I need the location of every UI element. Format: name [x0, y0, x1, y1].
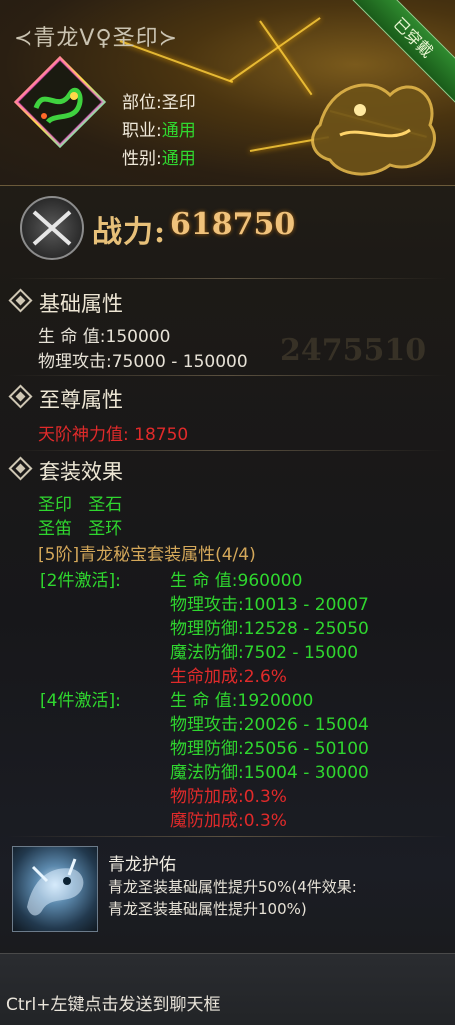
- set-stat-row: 物理防御:12528 - 25050: [170, 614, 369, 639]
- basic-section-title: 基础属性: [8, 288, 123, 318]
- set-stat-name: 物防加成:: [170, 787, 244, 807]
- set-pieces-row-2: 圣笛 圣环: [38, 519, 123, 539]
- set-stat-value: 0.3%: [243, 787, 287, 807]
- set-title-text: 套装效果: [39, 460, 123, 484]
- tier4-label: [4件激活]:: [40, 691, 121, 711]
- set-stat-name: 物理防御:: [170, 739, 244, 759]
- set-stat-name: 生命加成:: [170, 667, 244, 687]
- skill-name: 青龙护佑: [108, 855, 176, 875]
- set-stat-row: 物理攻击:10013 - 20007: [170, 590, 369, 615]
- set-stat-row: 生 命 值:960000: [170, 566, 302, 591]
- slot-row: 部位:圣印: [122, 88, 196, 113]
- set-stat-name: 魔法防御:: [170, 643, 244, 663]
- set-stat-value: 25056 - 50100: [243, 739, 369, 759]
- set-stat-value: 7502 - 15000: [243, 643, 359, 663]
- set-stat-value: 15004 - 30000: [243, 763, 369, 783]
- set-stat-value: 10013 - 20007: [243, 595, 369, 615]
- set-stat-name: 魔法防御:: [170, 763, 244, 783]
- supreme-stat: 天阶神力值: 18750: [38, 425, 189, 445]
- supreme-section-title: 至尊属性: [8, 384, 123, 414]
- tier2-label: [2件激活]:: [40, 571, 121, 591]
- set-stat-value: 1920000: [237, 691, 314, 711]
- diamond-bullet-icon: [8, 288, 33, 313]
- gender-label: 性别:: [122, 149, 162, 169]
- slot-value: 圣印: [161, 93, 196, 113]
- set-stat-row: 魔法防御:15004 - 30000: [170, 758, 369, 783]
- set-stat-row: 生命加成:2.6%: [170, 662, 287, 687]
- job-label: 职业:: [122, 121, 162, 141]
- set-stat-row: 物理攻击:20026 - 15004: [170, 710, 369, 735]
- power-label: 战力:: [92, 215, 167, 250]
- gender-row: 性别:通用: [122, 144, 196, 169]
- basic-hp-value: 150000: [105, 327, 171, 347]
- item-tooltip: ≺青龙Ⅴ♀圣印≻ 已穿戴 部位:圣印 职业:通用 性别:通用 战力: 61875…: [0, 0, 455, 1025]
- set-stat-name: 物理防御:: [170, 619, 244, 639]
- set-stat-row: 物防加成:0.3%: [170, 782, 287, 807]
- basic-atk-row: 物理攻击:75000 - 150000: [38, 347, 248, 372]
- skill-desc-line-1: 青龙圣装基础属性提升50%(4件效果:: [108, 878, 357, 896]
- set-stat-value: 2.6%: [243, 667, 287, 687]
- item-title: ≺青龙Ⅴ♀圣印≻: [14, 26, 179, 51]
- crossed-swords-icon: [20, 196, 84, 260]
- qilin-beast-art: [311, 83, 436, 176]
- basic-hp-label: 生 命 值:: [38, 327, 106, 347]
- set-stat-row: 物理防御:25056 - 50100: [170, 734, 369, 759]
- basic-atk-label: 物理攻击:: [38, 352, 112, 372]
- power-value: 618750: [170, 207, 296, 242]
- set-pieces-row-1: 圣印 圣石: [38, 495, 123, 515]
- set-stat-row: 生 命 值:1920000: [170, 686, 313, 711]
- set-stat-row: 魔法防御:7502 - 15000: [170, 638, 358, 663]
- set-stat-name: 生 命 值:: [170, 691, 238, 711]
- supreme-title-text: 至尊属性: [39, 388, 123, 412]
- set-name: [5阶]青龙秘宝套装属性(4/4): [38, 545, 256, 565]
- divider: [8, 278, 447, 279]
- diamond-bullet-icon: [8, 456, 33, 481]
- power-watermark: 2475510: [280, 333, 427, 368]
- divider: [8, 836, 447, 837]
- set-stat-name: 魔防加成:: [170, 811, 244, 831]
- divider: [8, 375, 447, 376]
- diamond-bullet-icon: [8, 384, 33, 409]
- basic-title-text: 基础属性: [39, 292, 123, 316]
- job-value: 通用: [161, 121, 196, 141]
- skill-desc-line-2: 青龙圣装基础属性提升100%): [108, 900, 307, 918]
- slot-label: 部位:: [122, 93, 162, 113]
- set-stat-name: 物理攻击:: [170, 595, 244, 615]
- set-section-title: 套装效果: [8, 456, 123, 486]
- dragon-item-icon: [13, 55, 107, 149]
- basic-hp-row: 生 命 值:150000: [38, 322, 170, 347]
- set-stat-row: 魔防加成:0.3%: [170, 806, 287, 831]
- gender-value: 通用: [161, 149, 196, 169]
- job-row: 职业:通用: [122, 116, 196, 141]
- set-stat-value: 20026 - 15004: [243, 715, 369, 735]
- azure-dragon-skill-icon: [12, 846, 98, 932]
- set-stat-name: 物理攻击:: [170, 715, 244, 735]
- set-stat-name: 生 命 值:: [170, 571, 238, 591]
- tooltip-header: ≺青龙Ⅴ♀圣印≻ 已穿戴 部位:圣印 职业:通用 性别:通用: [0, 0, 455, 186]
- send-to-chat-hint: Ctrl+左键点击发送到聊天框: [6, 995, 221, 1015]
- set-stat-value: 960000: [237, 571, 303, 591]
- set-stat-value: 12528 - 25050: [243, 619, 369, 639]
- basic-atk-value: 75000 - 150000: [111, 352, 248, 372]
- divider: [8, 450, 447, 451]
- set-stat-value: 0.3%: [243, 811, 287, 831]
